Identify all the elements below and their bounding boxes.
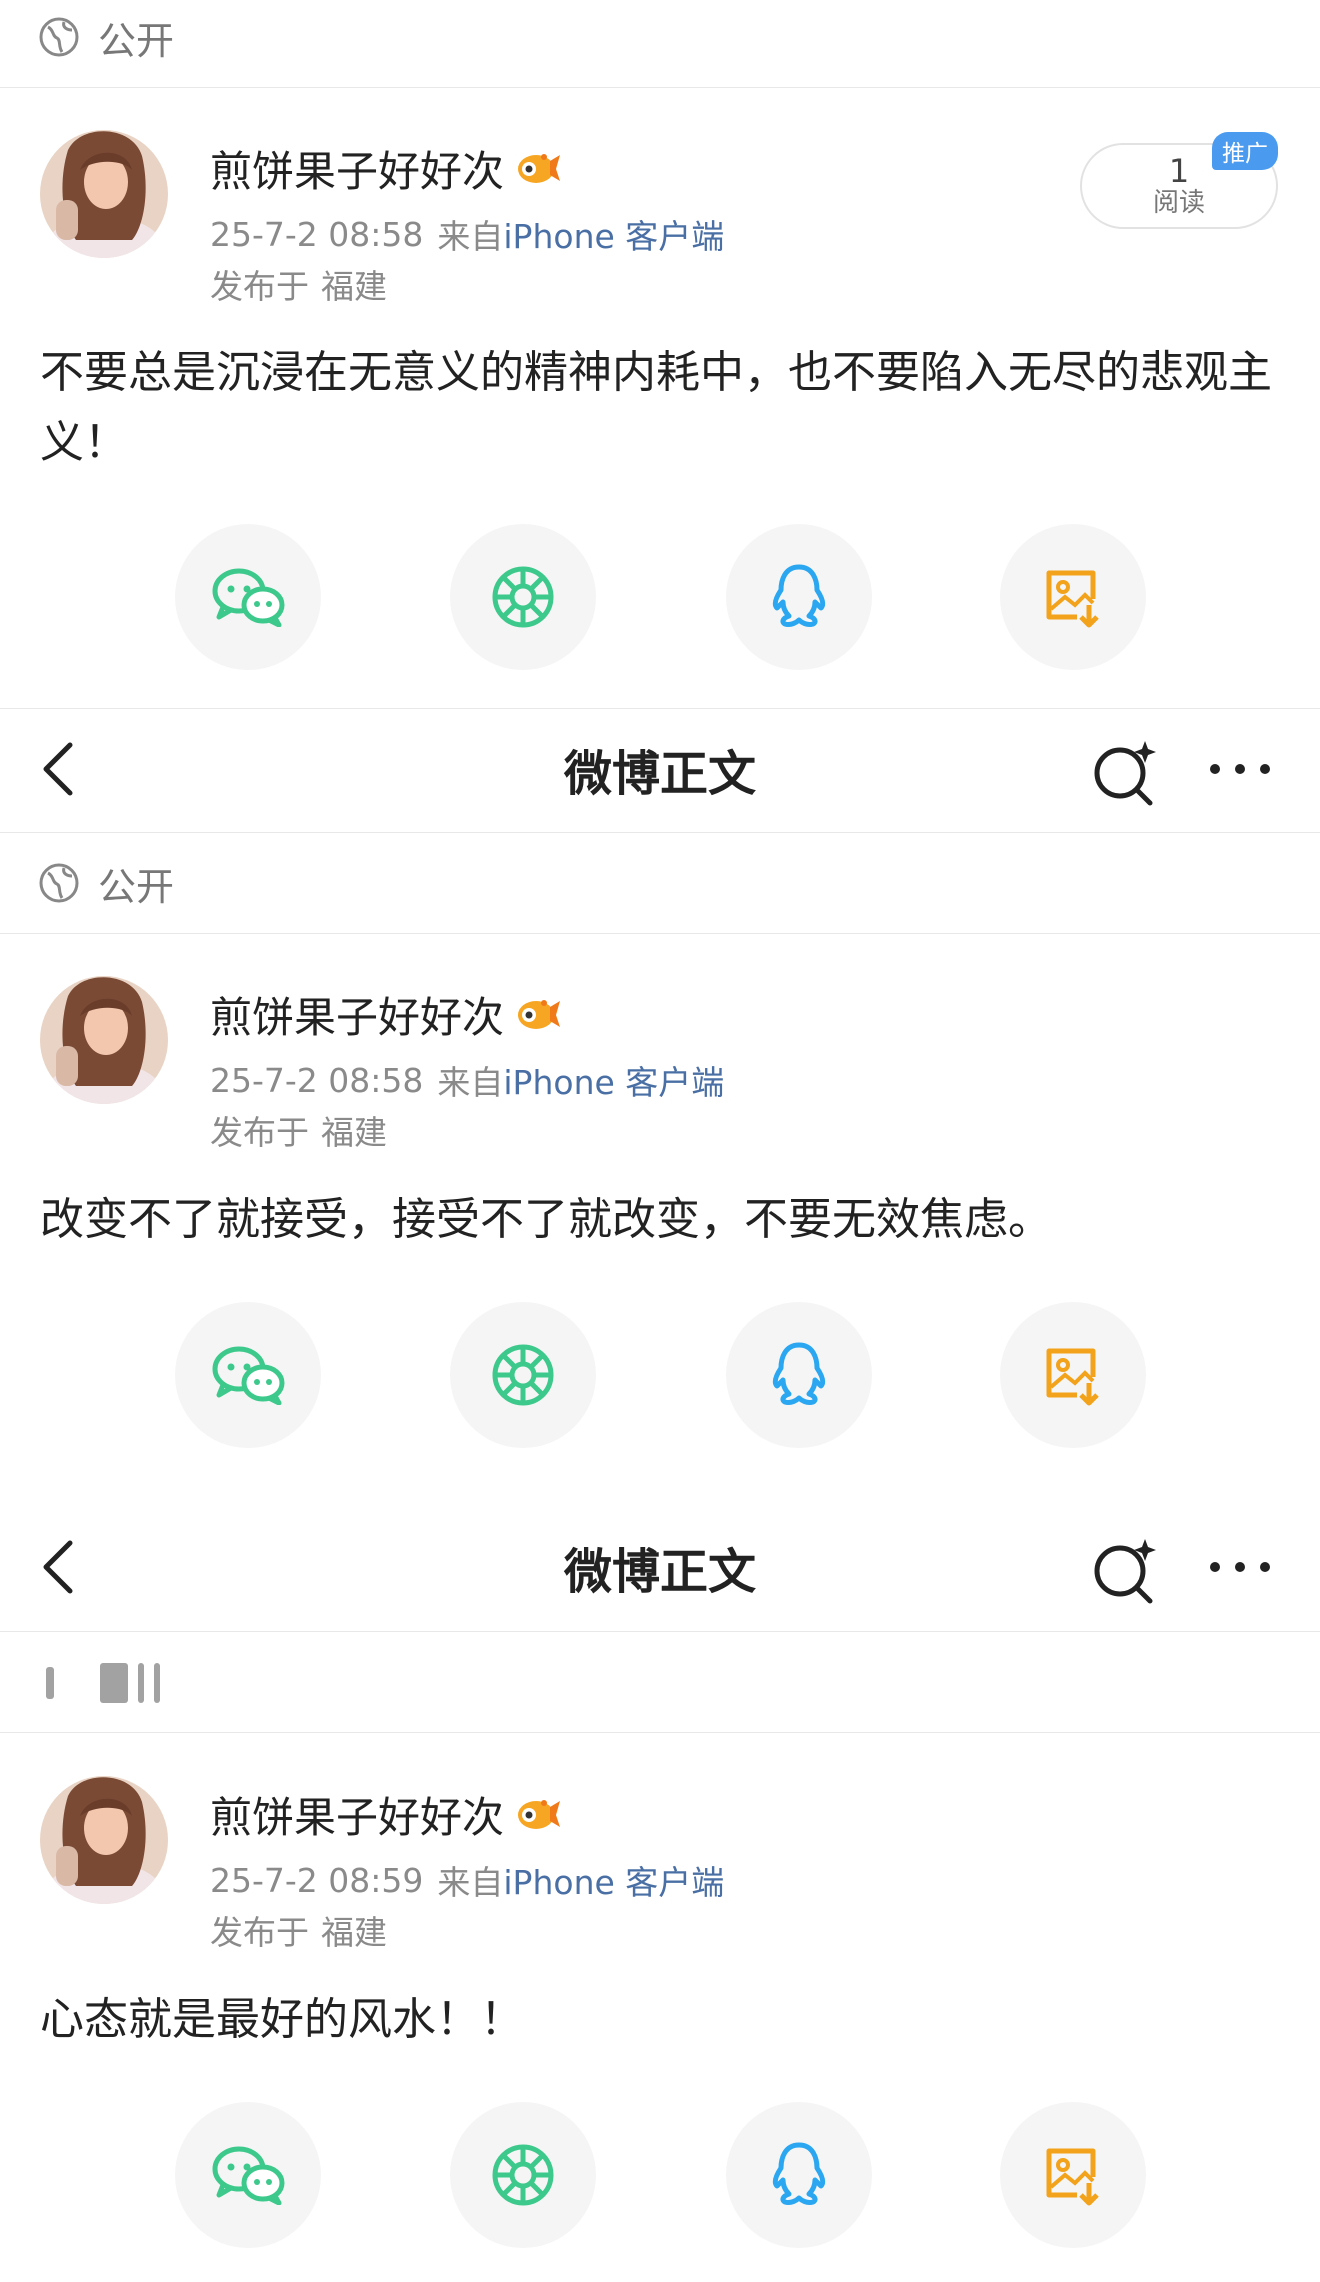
- more-icon[interactable]: [1205, 1552, 1275, 1582]
- source-link[interactable]: iPhone 客户端: [503, 1856, 724, 1904]
- moments-icon: [492, 566, 554, 628]
- share-wechat-button[interactable]: [175, 1302, 321, 1448]
- wechat-icon: [212, 2146, 285, 2205]
- share-qq-button[interactable]: [726, 1302, 872, 1448]
- share-qq-button[interactable]: [726, 524, 872, 670]
- divider: [0, 933, 1320, 934]
- user-name-text: 煎饼果子好好次: [210, 146, 505, 196]
- member-badge-icon[interactable]: [514, 1793, 562, 1835]
- wechat-icon: [212, 1346, 285, 1405]
- qq-icon: [772, 2142, 826, 2205]
- location-row: 发布于 福建: [210, 1108, 387, 1152]
- member-badge-icon[interactable]: [514, 147, 562, 189]
- privacy-row-blurred[interactable]: [46, 1658, 160, 1708]
- divider: [0, 87, 1320, 88]
- share-moments-button[interactable]: [450, 524, 596, 670]
- post-text: 改变不了就接受，接受不了就改变，不要无效焦虑。: [40, 1194, 1052, 1245]
- share-row: [0, 2102, 1320, 2248]
- avatar[interactable]: [40, 976, 168, 1104]
- nav-bar: 微博正文: [0, 1507, 1320, 1627]
- share-wechat-button[interactable]: [175, 2102, 321, 2248]
- save-image-button[interactable]: [1000, 2102, 1146, 2248]
- post-time: 25-7-2 08:59: [210, 1860, 424, 1900]
- nav-bar: 微博正文: [0, 709, 1320, 829]
- qq-icon: [772, 564, 826, 627]
- qq-icon: [772, 1342, 826, 1405]
- wechat-icon: [212, 568, 285, 627]
- privacy-row[interactable]: 公开: [38, 858, 175, 909]
- share-moments-button[interactable]: [450, 1302, 596, 1448]
- user-name[interactable]: 煎饼果子好好次: [210, 1786, 562, 1842]
- blurred-mark: [154, 1663, 160, 1703]
- post-time: 25-7-2 08:58: [210, 214, 424, 254]
- more-icon[interactable]: [1205, 754, 1275, 784]
- member-badge-icon[interactable]: [514, 993, 562, 1035]
- moments-icon: [492, 2144, 554, 2206]
- save-image-button[interactable]: [1000, 1302, 1146, 1448]
- divider: [0, 1732, 1320, 1733]
- location-row: 发布于 福建: [210, 1908, 387, 1952]
- globe-icon: [39, 17, 79, 57]
- privacy-label: 公开: [98, 864, 175, 909]
- blurred-mark: [100, 1663, 128, 1703]
- share-wechat-button[interactable]: [175, 524, 321, 670]
- source-prefix: 来自: [437, 1863, 504, 1902]
- blurred-mark: [138, 1663, 144, 1703]
- privacy-row[interactable]: 公开: [38, 12, 175, 63]
- moments-icon: [492, 1344, 554, 1406]
- post-meta: 25-7-2 08:58 来自 iPhone 客户端: [210, 1056, 724, 1104]
- save-image-icon: [1046, 570, 1099, 628]
- location-value: 福建: [321, 1913, 387, 1952]
- share-qq-button[interactable]: [726, 2102, 872, 2248]
- promote-badge[interactable]: 推广: [1212, 132, 1278, 170]
- blurred-mark: [46, 1667, 54, 1699]
- location-value: 福建: [321, 1113, 387, 1152]
- location-prefix: 发布于: [210, 1113, 309, 1152]
- share-moments-button[interactable]: [450, 2102, 596, 2248]
- post-meta: 25-7-2 08:58 来自 iPhone 客户端: [210, 210, 724, 258]
- post-time: 25-7-2 08:58: [210, 1060, 424, 1100]
- save-image-icon: [1046, 2148, 1099, 2206]
- save-image-button[interactable]: [1000, 524, 1146, 670]
- location-prefix: 发布于: [210, 1913, 309, 1952]
- user-name[interactable]: 煎饼果子好好次: [210, 986, 562, 1042]
- divider: [0, 1631, 1320, 1632]
- share-row: [0, 1302, 1320, 1448]
- privacy-label: 公开: [98, 18, 175, 63]
- source-prefix: 来自: [437, 217, 504, 256]
- location-row: 发布于 福建: [210, 262, 387, 306]
- avatar[interactable]: [40, 1776, 168, 1904]
- share-row: [0, 524, 1320, 670]
- post-text: 不要总是沉浸在无意义的精神内耗中，也不要陷入无尽的悲观主义！: [40, 347, 1272, 468]
- user-name[interactable]: 煎饼果子好好次: [210, 140, 562, 196]
- post-text: 心态就是最好的风水！！: [40, 1994, 524, 2045]
- location-value: 福建: [321, 267, 387, 306]
- save-image-icon: [1046, 1348, 1099, 1406]
- source-link[interactable]: iPhone 客户端: [503, 210, 724, 258]
- source-link[interactable]: iPhone 客户端: [503, 1056, 724, 1104]
- read-count-label: 阅读: [1152, 188, 1205, 218]
- avatar[interactable]: [40, 130, 168, 258]
- search-icon[interactable]: [1090, 737, 1160, 807]
- read-count: 1: [1168, 152, 1190, 190]
- user-name-text: 煎饼果子好好次: [210, 1792, 505, 1842]
- divider: [0, 832, 1320, 833]
- post-meta: 25-7-2 08:59 来自 iPhone 客户端: [210, 1856, 724, 1904]
- source-prefix: 来自: [437, 1063, 504, 1102]
- search-icon[interactable]: [1090, 1535, 1160, 1605]
- globe-icon: [39, 863, 79, 903]
- user-name-text: 煎饼果子好好次: [210, 992, 505, 1042]
- location-prefix: 发布于: [210, 267, 309, 306]
